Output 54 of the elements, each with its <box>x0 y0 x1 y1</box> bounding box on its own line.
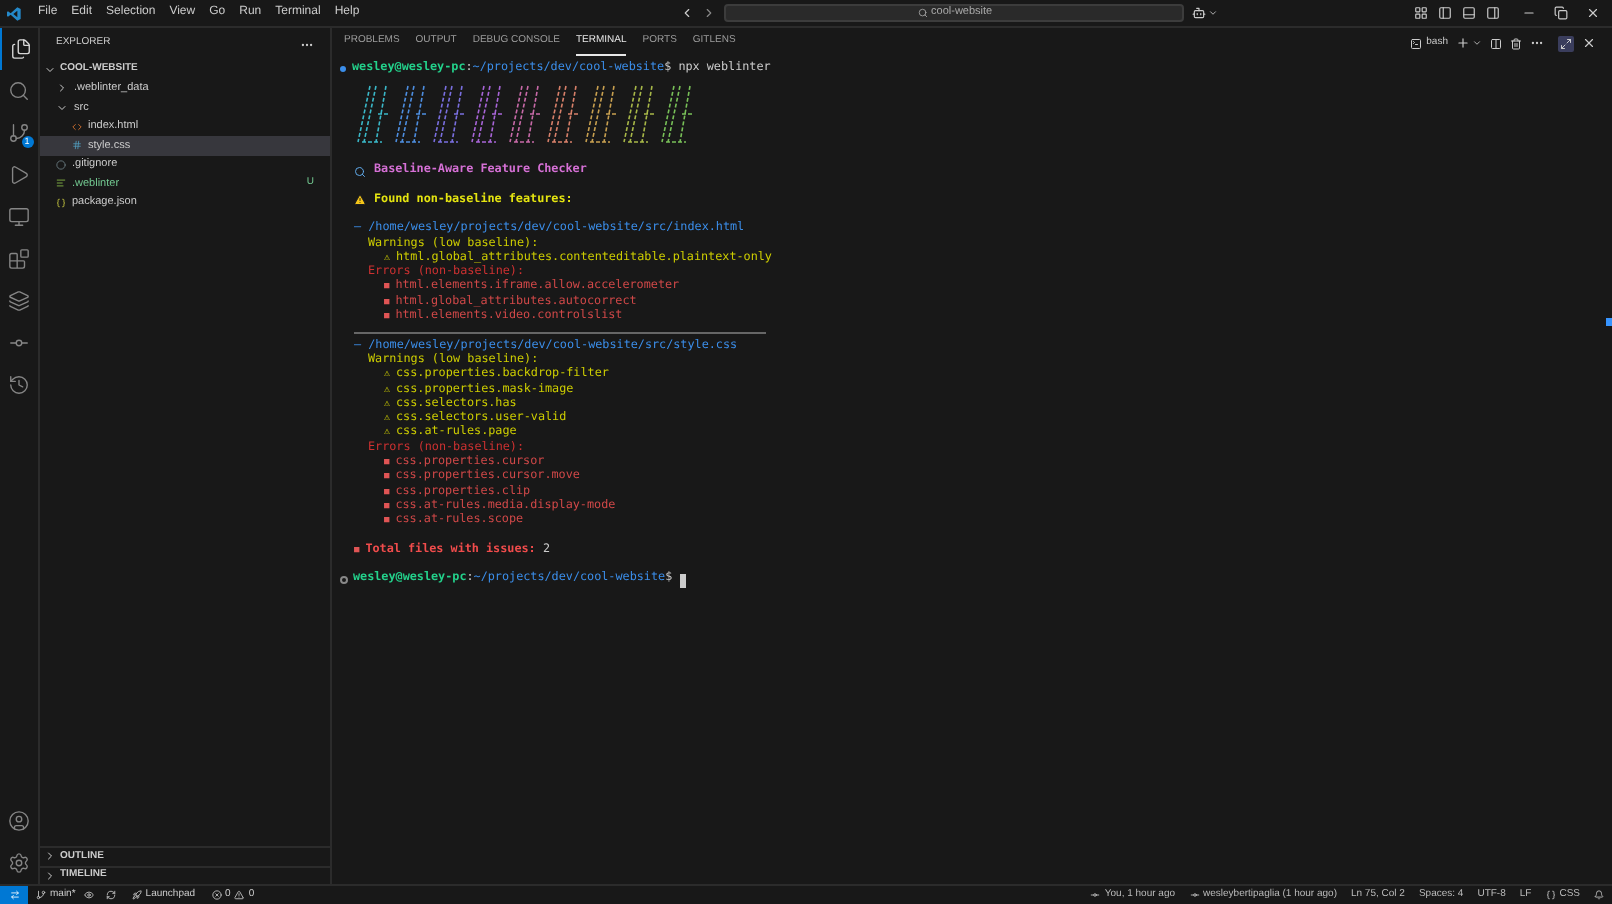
braces-icon[interactable] <box>1545 890 1556 900</box>
branch-icon <box>8 122 30 144</box>
chevron-down-icon[interactable] <box>1208 8 1219 18</box>
monitor-icon <box>8 206 30 228</box>
sidebar-toggle-icon[interactable] <box>1438 6 1452 20</box>
chevron-right-icon <box>56 82 68 95</box>
search-icon <box>917 8 928 18</box>
chevron-down-icon <box>44 63 56 76</box>
maximize-icon[interactable] <box>1558 35 1574 51</box>
close-icon[interactable] <box>1586 6 1600 20</box>
history-icon <box>8 374 30 396</box>
restore-icon[interactable] <box>1554 6 1568 20</box>
cursor <box>679 573 687 588</box>
chevron-down-icon[interactable] <box>1472 38 1482 48</box>
commit-icon[interactable] <box>1090 890 1101 900</box>
add-icon[interactable] <box>1456 36 1470 50</box>
warning-icon <box>354 194 366 207</box>
back-icon[interactable] <box>680 6 695 20</box>
search-icon <box>8 80 30 102</box>
commit-icon[interactable] <box>1189 890 1199 900</box>
layout-icon[interactable] <box>1414 6 1428 20</box>
files-icon <box>9 38 31 60</box>
json-file-icon <box>56 197 66 208</box>
secondary-sidebar-icon[interactable] <box>1486 6 1500 20</box>
robot-icon[interactable] <box>1192 6 1207 20</box>
sync-icon[interactable] <box>105 890 116 900</box>
remote-icon <box>9 890 19 900</box>
error-icon[interactable] <box>211 890 222 900</box>
minimize-icon[interactable] <box>1522 6 1536 20</box>
app-logo-icon[interactable] <box>6 5 22 21</box>
bell-icon[interactable] <box>1594 890 1604 900</box>
play-icon <box>8 164 30 186</box>
trash-icon[interactable] <box>1510 37 1522 49</box>
branch-icon[interactable] <box>36 890 46 900</box>
terminal-icon[interactable] <box>1410 37 1423 49</box>
launchpad-icon[interactable] <box>131 890 142 900</box>
magnifier-icon <box>354 165 366 178</box>
account-icon[interactable] <box>8 810 30 832</box>
blocks-icon <box>8 248 30 270</box>
eye-icon[interactable] <box>83 890 94 900</box>
scrollbar[interactable] <box>1606 318 1612 326</box>
warning-icon[interactable] <box>234 890 245 900</box>
css-file-icon <box>72 140 82 151</box>
html-file-icon <box>72 121 82 132</box>
layers-icon <box>8 290 30 312</box>
more-icon[interactable] <box>1530 36 1544 50</box>
split-icon[interactable] <box>1490 37 1502 49</box>
panel-toggle-icon[interactable] <box>1462 6 1476 20</box>
gitignore-file-icon <box>56 159 66 170</box>
chevron-down-icon <box>56 101 68 114</box>
settings-icon[interactable] <box>8 852 30 874</box>
lines-file-icon <box>56 178 66 189</box>
close-icon[interactable] <box>1582 36 1596 50</box>
forward-icon[interactable] <box>702 6 717 20</box>
